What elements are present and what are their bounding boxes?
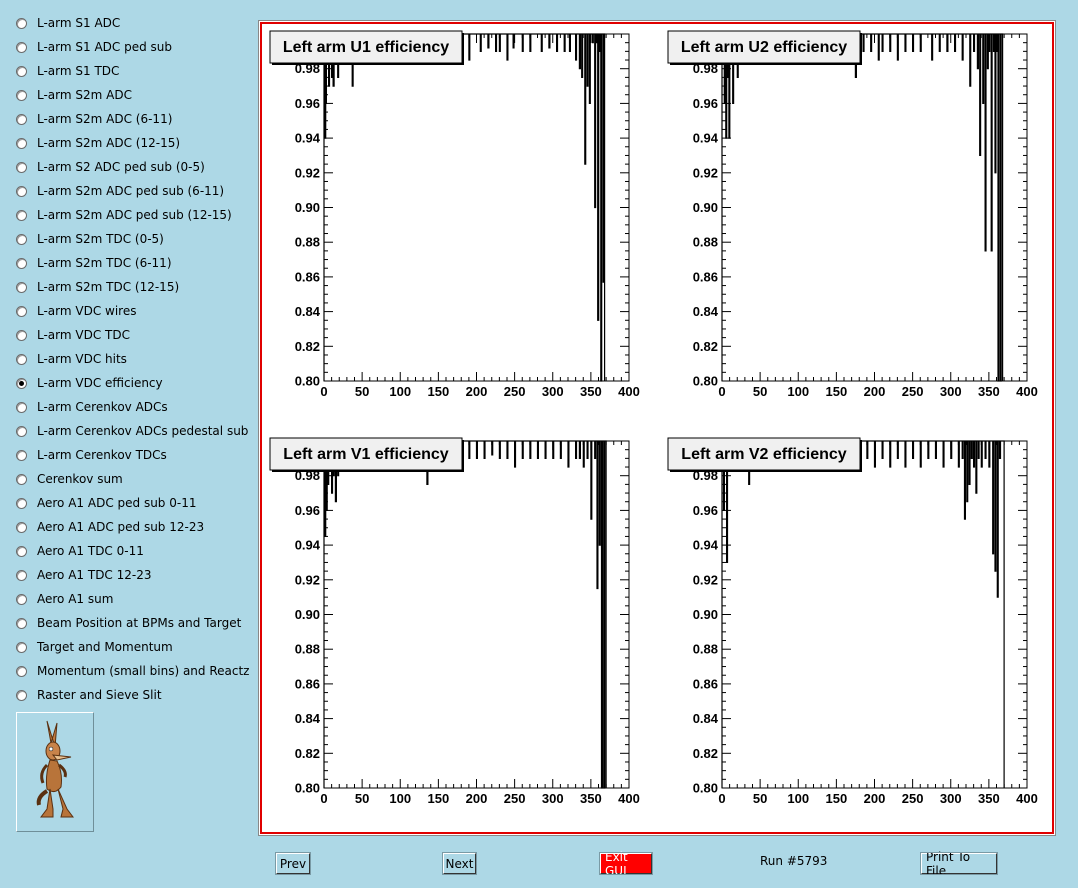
radio-option[interactable]: Beam Position at BPMs and Target (16, 613, 241, 633)
exit-gui-button[interactable]: Exit GUI (599, 850, 653, 878)
radio-option-label: L-arm S1 TDC (37, 64, 120, 78)
radio-option[interactable]: Aero A1 sum (16, 589, 113, 609)
radio-button-icon[interactable] (16, 161, 27, 173)
radio-button-icon[interactable] (16, 65, 27, 77)
radio-option-label: L-arm S2m ADC (6-11) (37, 112, 173, 126)
radio-button-icon[interactable] (16, 209, 27, 221)
radio-option-label: L-arm S2m TDC (12-15) (37, 280, 180, 294)
radio-button-icon[interactable] (16, 185, 27, 197)
radio-button-icon[interactable] (16, 665, 27, 677)
radio-button-icon[interactable] (16, 305, 27, 317)
radio-option[interactable]: L-arm S2m ADC ped sub (12-15) (16, 205, 232, 225)
radio-button-icon[interactable] (16, 89, 27, 101)
radio-option-label: L-arm VDC hits (37, 352, 127, 366)
radio-button-icon[interactable] (16, 137, 27, 149)
radio-option-label: Beam Position at BPMs and Target (37, 616, 242, 630)
radio-option-label: L-arm S1 ADC ped sub (37, 40, 172, 54)
radio-button-icon[interactable] (16, 329, 27, 341)
radio-option[interactable]: Raster and Sieve Slit (16, 685, 162, 705)
radio-option[interactable]: L-arm VDC hits (16, 349, 127, 369)
radio-option[interactable]: L-arm Cerenkov ADCs (16, 397, 168, 417)
radio-option[interactable]: L-arm S2m ADC (12-15) (16, 133, 180, 153)
radio-option[interactable]: L-arm VDC efficiency (16, 373, 163, 393)
radio-option-label: L-arm VDC wires (37, 304, 137, 318)
radio-button-icon[interactable] (16, 113, 27, 125)
radio-option-label: L-arm VDC efficiency (37, 376, 163, 390)
prev-button[interactable]: Prev (275, 852, 311, 875)
radio-option-label: L-arm Cerenkov TDCs (37, 448, 167, 462)
radio-option-label: L-arm Cerenkov ADCs (37, 400, 168, 414)
radio-button-icon[interactable] (16, 281, 27, 293)
radio-option[interactable]: L-arm S1 ADC (16, 13, 120, 33)
next-button[interactable]: Next (442, 852, 477, 875)
radio-option[interactable]: L-arm S2m ADC ped sub (6-11) (16, 181, 224, 201)
radio-option[interactable]: L-arm Cerenkov ADCs pedestal sub (16, 421, 248, 441)
radio-button-icon[interactable] (16, 41, 27, 53)
radio-option[interactable]: Momentum (small bins) and Reactz (16, 661, 249, 681)
radio-option[interactable]: L-arm VDC TDC (16, 325, 130, 345)
radio-selected-dot-icon (19, 380, 24, 386)
radio-option[interactable]: L-arm Cerenkov TDCs (16, 445, 167, 465)
radio-option[interactable]: Aero A1 TDC 0-11 (16, 541, 144, 561)
radio-option[interactable]: L-arm S1 TDC (16, 61, 119, 81)
radio-option[interactable]: L-arm S2m ADC (6-11) (16, 109, 172, 129)
radio-option-label: Aero A1 TDC 12-23 (37, 568, 152, 582)
radio-option-label: L-arm S2m ADC ped sub (12-15) (37, 208, 232, 222)
radio-option[interactable]: L-arm S2 ADC ped sub (0-5) (16, 157, 205, 177)
radio-button-icon[interactable] (16, 689, 27, 701)
radio-option[interactable]: L-arm S2m TDC (6-11) (16, 253, 172, 273)
radio-option-label: L-arm S2m ADC (12-15) (37, 136, 181, 150)
radio-option-label: Aero A1 sum (37, 592, 114, 606)
radio-option-label: L-arm S1 ADC (37, 16, 121, 30)
radio-option-label: Target and Momentum (37, 640, 173, 654)
coyote-icon (36, 720, 74, 818)
radio-button-icon[interactable] (16, 473, 27, 485)
radio-button-icon[interactable] (16, 617, 27, 629)
radio-button-icon[interactable] (16, 641, 27, 653)
radio-button-icon[interactable] (16, 257, 27, 269)
radio-option[interactable]: L-arm VDC wires (16, 301, 136, 321)
radio-option-label: Aero A1 ADC ped sub 0-11 (37, 496, 197, 510)
radio-button-icon[interactable] (16, 545, 27, 557)
radio-option-label: L-arm S2m TDC (0-5) (37, 232, 164, 246)
radio-button-icon[interactable] (16, 449, 27, 461)
radio-option-label: L-arm Cerenkov ADCs pedestal sub (37, 424, 249, 438)
radio-option[interactable]: Aero A1 TDC 12-23 (16, 565, 152, 585)
radio-button-icon[interactable] (16, 425, 27, 437)
radio-button-icon[interactable] (16, 233, 27, 245)
radio-button-icon[interactable] (16, 569, 27, 581)
radio-option-label: Raster and Sieve Slit (37, 688, 162, 702)
radio-option[interactable]: L-arm S2m TDC (0-5) (16, 229, 164, 249)
radio-option-label: L-arm S2 ADC ped sub (0-5) (37, 160, 205, 174)
print-to-file-button[interactable]: Print To File (920, 850, 998, 878)
radio-option-label: L-arm S2m TDC (6-11) (37, 256, 172, 270)
radio-option[interactable]: L-arm S2m ADC (16, 85, 132, 105)
radio-option-label: Aero A1 ADC ped sub 12-23 (37, 520, 205, 534)
run-number-label: Run #5793 (760, 854, 828, 868)
radio-option[interactable]: Aero A1 ADC ped sub 0-11 (16, 493, 196, 513)
radio-button-icon[interactable] (16, 593, 27, 605)
radio-option-label: L-arm VDC TDC (37, 328, 130, 342)
radio-option-label: Momentum (small bins) and Reactz (37, 664, 250, 678)
radio-button-icon[interactable] (16, 497, 27, 509)
radio-option[interactable]: L-arm S1 ADC ped sub (16, 37, 172, 57)
radio-button-icon[interactable] (16, 17, 27, 29)
radio-option[interactable]: Target and Momentum (16, 637, 173, 657)
radio-option[interactable]: Aero A1 ADC ped sub 12-23 (16, 517, 204, 537)
canvas-border (260, 22, 1054, 834)
radio-button-icon[interactable] (16, 401, 27, 413)
radio-option-label: Cerenkov sum (37, 472, 123, 486)
radio-button-icon[interactable] (16, 377, 27, 389)
radio-button-icon[interactable] (16, 353, 27, 365)
radio-option[interactable]: Cerenkov sum (16, 469, 123, 489)
radio-option[interactable]: L-arm S2m TDC (12-15) (16, 277, 179, 297)
radio-option-label: L-arm S2m ADC ped sub (6-11) (37, 184, 225, 198)
radio-option-label: Aero A1 TDC 0-11 (37, 544, 144, 558)
coyote-mascot-image (16, 712, 94, 832)
plot-canvas (258, 20, 1056, 836)
radio-button-icon[interactable] (16, 521, 27, 533)
radio-option-label: L-arm S2m ADC (37, 88, 132, 102)
